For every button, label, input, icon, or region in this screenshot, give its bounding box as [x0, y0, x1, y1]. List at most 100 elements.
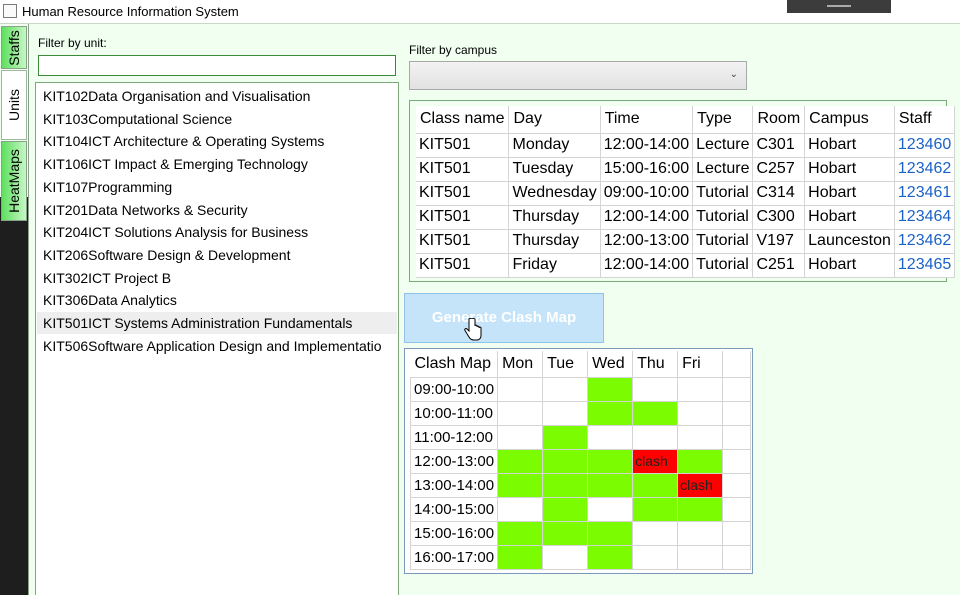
- tab-heatmaps[interactable]: HeatMaps: [1, 141, 27, 221]
- class-table-cell: Hobart: [804, 205, 895, 230]
- staff-id-link[interactable]: 123464: [894, 205, 956, 230]
- tab-units[interactable]: Units: [1, 70, 27, 140]
- unit-list-item[interactable]: KIT107Programming: [37, 176, 397, 198]
- empty-cell: [677, 376, 724, 402]
- campus-select[interactable]: ⌄: [409, 61, 747, 90]
- unit-list-item[interactable]: KIT104ICT Architecture & Operating Syste…: [37, 130, 397, 152]
- clash-map-filler-cell: [722, 424, 752, 450]
- staff-id-link[interactable]: 123462: [894, 157, 956, 182]
- filter-by-unit-label: Filter by unit:: [38, 36, 107, 50]
- class-table-row[interactable]: KIT501 Friday 12:00-14:00 Tutorial C251 Hobar…: [416, 253, 956, 278]
- tab-strip-background: [0, 197, 29, 595]
- class-table-header[interactable]: Day: [508, 106, 601, 134]
- unit-list-item[interactable]: KIT201Data Networks & Security: [37, 199, 397, 221]
- class-table-cell: KIT501: [416, 205, 510, 230]
- class-table-cell: KIT501: [416, 253, 510, 278]
- busy-cell: [677, 448, 724, 474]
- class-table-panel: Class name Day Time Type Room Campus Staff KIT…: [409, 100, 956, 282]
- unit-list-item[interactable]: KIT501ICT Systems Administration Fundame…: [37, 312, 397, 334]
- class-table-cell: Hobart: [804, 253, 895, 278]
- class-table-cell: 12:00-14:00: [600, 133, 694, 158]
- clash-map-row: 09:00-10:00: [409, 376, 752, 402]
- unit-list-item[interactable]: KIT102Data Organisation and Visualisatio…: [37, 85, 397, 107]
- empty-cell: [497, 496, 544, 522]
- clash-map-filler-cell: [722, 544, 752, 570]
- clash-map-filler-cell: [722, 472, 752, 498]
- unit-list-item[interactable]: KIT206Software Design & Development: [37, 244, 397, 266]
- busy-cell: [542, 448, 589, 474]
- unit-list-item[interactable]: KIT302ICT Project B: [37, 267, 397, 289]
- tab-staffs-label: Staffs: [6, 29, 23, 66]
- unit-list-item[interactable]: KIT106ICT Impact & Emerging Technology: [37, 153, 397, 175]
- class-table-cell: KIT501: [416, 157, 510, 182]
- generate-clash-map-button[interactable]: Generate Clash Map: [404, 293, 604, 343]
- class-table-header[interactable]: Type: [692, 106, 754, 134]
- class-table-header[interactable]: Time: [600, 106, 694, 134]
- class-table-cell: Wednesday: [508, 181, 601, 206]
- empty-cell: [677, 520, 724, 546]
- clash-map-row: 11:00-12:00: [409, 424, 752, 450]
- empty-cell: [632, 376, 679, 402]
- busy-cell: [497, 448, 544, 474]
- unit-list-item[interactable]: KIT204ICT Solutions Analysis for Busines…: [37, 221, 397, 243]
- app-icon: [3, 4, 17, 18]
- clash-map-row: 13:00-14:00 clash: [409, 472, 752, 498]
- tab-heatmaps-label: HeatMaps: [6, 149, 22, 213]
- class-table-header[interactable]: Campus: [804, 106, 895, 134]
- class-table-row[interactable]: KIT501 Thursday 12:00-13:00 Tutorial V197 Lau…: [416, 229, 956, 254]
- class-table-cell: 12:00-13:00: [600, 229, 694, 254]
- class-table-cell: Hobart: [804, 181, 895, 206]
- unit-list-item[interactable]: KIT506Software Application Design and Im…: [37, 335, 397, 357]
- window-controls[interactable]: [787, 0, 891, 13]
- clash-map-header: Wed: [587, 351, 634, 378]
- class-table-cell: Lecture: [692, 157, 754, 182]
- class-table-cell: 15:00-16:00: [600, 157, 694, 182]
- class-table-cell: 12:00-14:00: [600, 205, 694, 230]
- class-table-row[interactable]: KIT501 Wednesday 09:00-10:00 Tutorial C314 Ho…: [416, 181, 956, 206]
- class-table-cell: 12:00-14:00: [600, 253, 694, 278]
- hand-pointer-icon: [464, 318, 482, 341]
- unit-filter-input[interactable]: [38, 55, 396, 76]
- class-table-header[interactable]: Staff: [894, 106, 956, 134]
- busy-cell: [587, 544, 634, 570]
- app-window: Human Resource Information System Staffs…: [0, 0, 960, 595]
- unit-list[interactable]: KIT102Data Organisation and Visualisatio…: [35, 82, 399, 595]
- class-table-cell: Tuesday: [508, 157, 601, 182]
- tab-units-label: Units: [6, 89, 22, 121]
- empty-cell: [587, 424, 634, 450]
- clash-map-filler-cell: [722, 376, 752, 402]
- busy-cell: [542, 472, 589, 498]
- empty-cell: [632, 424, 679, 450]
- clash-map-filler-cell: [722, 448, 752, 474]
- time-slot-label: 11:00-12:00: [409, 424, 499, 450]
- tab-strip-border: [28, 24, 29, 595]
- class-table-cell: C257: [752, 157, 806, 182]
- empty-cell: [677, 424, 724, 450]
- title-bar: Human Resource Information System: [0, 0, 960, 24]
- class-table-row[interactable]: KIT501 Thursday 12:00-14:00 Tutorial C300 Hob…: [416, 205, 956, 230]
- busy-cell: [497, 472, 544, 498]
- staff-id-link[interactable]: 123460: [894, 133, 956, 158]
- time-slot-label: 10:00-11:00: [409, 400, 499, 426]
- staff-id-link[interactable]: 123462: [894, 229, 956, 254]
- class-table-row[interactable]: KIT501 Monday 12:00-14:00 Lecture C301 Hobart…: [416, 133, 956, 158]
- class-table-header[interactable]: Room: [752, 106, 806, 134]
- staff-id-link[interactable]: 123465: [894, 253, 956, 278]
- class-table-row[interactable]: KIT501 Tuesday 15:00-16:00 Lecture C257 Hobar…: [416, 157, 956, 182]
- busy-cell: [542, 496, 589, 522]
- busy-cell: [542, 424, 589, 450]
- class-table-cell: Tutorial: [692, 253, 754, 278]
- staff-id-link[interactable]: 123461: [894, 181, 956, 206]
- unit-list-item[interactable]: KIT306Data Analytics: [37, 289, 397, 311]
- unit-list-item[interactable]: KIT103Computational Science: [37, 108, 397, 130]
- class-table-header[interactable]: Class name: [416, 106, 510, 134]
- clash-map-table: Clash Map Mon Tue Wed Thu Fri 09:00-10:00 10:0…: [409, 351, 752, 570]
- tab-staffs[interactable]: Staffs: [1, 26, 27, 69]
- clash-map-filler-header: [722, 351, 752, 378]
- time-slot-label: 14:00-15:00: [409, 496, 499, 522]
- clash-map-header: Thu: [632, 351, 679, 378]
- class-table-cell: V197: [752, 229, 806, 254]
- empty-cell: [497, 376, 544, 402]
- class-table-cell: Thursday: [508, 205, 601, 230]
- empty-cell: [677, 400, 724, 426]
